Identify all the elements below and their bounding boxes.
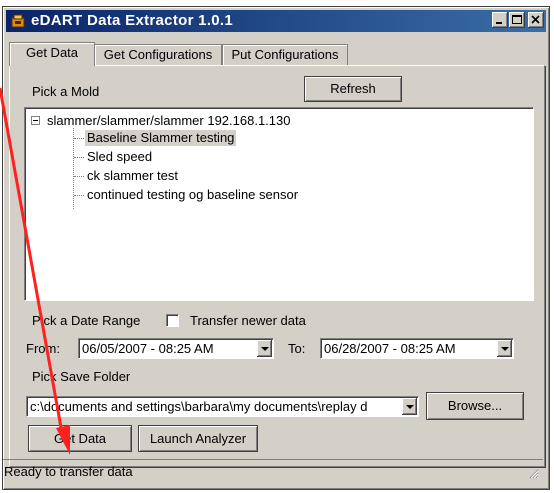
tree-item-sled-speed[interactable]: Sled speed — [87, 149, 152, 165]
to-label: To: — [288, 341, 306, 356]
save-folder-select[interactable]: c:\documents and settings\barbara\my doc… — [26, 396, 419, 417]
from-date-dropdown-button[interactable] — [257, 340, 272, 357]
mold-tree[interactable]: slammer/slammer/slammer 192.168.1.130 Ba… — [24, 107, 534, 301]
tab-get-configurations[interactable]: Get Configurations — [94, 44, 222, 65]
title-bar[interactable]: eDART Data Extractor 1.0.1 — [6, 10, 546, 32]
tab-put-configurations[interactable]: Put Configurations — [222, 44, 348, 65]
tab-label: Get Configurations — [103, 47, 213, 62]
tree-item-continued-testing[interactable]: continued testing og baseline sensor — [87, 187, 298, 203]
tree-connector — [73, 128, 74, 209]
save-folder-dropdown-button[interactable] — [402, 398, 417, 415]
tree-connector — [74, 157, 84, 158]
save-folder-label: Pick Save Folder — [32, 369, 131, 384]
transfer-newer-label: Transfer newer data — [190, 313, 306, 328]
save-folder-value: c:\documents and settings\barbara\my doc… — [30, 399, 368, 414]
minimize-icon — [496, 22, 502, 24]
tree-item-ck-slammer-test[interactable]: ck slammer test — [87, 168, 178, 184]
edart-app-icon — [11, 14, 25, 28]
tab-label: Put Configurations — [231, 47, 339, 62]
from-date-picker[interactable]: 06/05/2007 - 08:25 AM — [78, 338, 274, 359]
close-button[interactable] — [528, 12, 544, 28]
minimize-button[interactable] — [492, 12, 508, 28]
date-range-label: Pick a Date Range — [32, 313, 141, 328]
to-date-dropdown-button[interactable] — [497, 340, 512, 357]
to-date-picker[interactable]: 06/28/2007 - 08:25 AM — [320, 338, 514, 359]
collapse-icon[interactable] — [31, 116, 40, 125]
status-bar: Ready to transfer data — [3, 459, 543, 482]
browse-button[interactable]: Browse... — [426, 392, 524, 420]
maximize-button[interactable] — [509, 12, 525, 28]
close-icon — [531, 15, 540, 24]
get-data-button[interactable]: Get Data — [28, 425, 132, 452]
tab-label: Get Data — [25, 45, 79, 60]
window-controls — [491, 12, 544, 28]
window-title: eDART Data Extractor 1.0.1 — [31, 12, 234, 29]
to-date-value: 06/28/2007 - 08:25 AM — [324, 341, 456, 356]
chevron-down-icon — [501, 347, 509, 351]
transfer-newer-checkbox[interactable] — [166, 314, 179, 327]
tree-item-baseline-slammer-testing[interactable]: Baseline Slammer testing — [85, 130, 237, 146]
tree-connector — [74, 176, 84, 177]
refresh-button[interactable]: Refresh — [304, 76, 402, 102]
launch-analyzer-button[interactable]: Launch Analyzer — [138, 425, 258, 452]
resize-grip-icon[interactable] — [527, 467, 539, 479]
status-text: Ready to transfer data — [4, 464, 133, 479]
maximize-icon — [512, 15, 522, 24]
chevron-down-icon — [261, 347, 269, 351]
tab-get-data[interactable]: Get Data — [9, 42, 95, 66]
from-date-value: 06/05/2007 - 08:25 AM — [82, 341, 214, 356]
tree-connector — [74, 195, 84, 196]
chevron-down-icon — [406, 405, 414, 409]
from-label: From: — [26, 341, 60, 356]
tree-connector — [74, 138, 84, 139]
tree-root-item[interactable]: slammer/slammer/slammer 192.168.1.130 — [47, 113, 290, 129]
pick-mold-label: Pick a Mold — [32, 84, 100, 99]
